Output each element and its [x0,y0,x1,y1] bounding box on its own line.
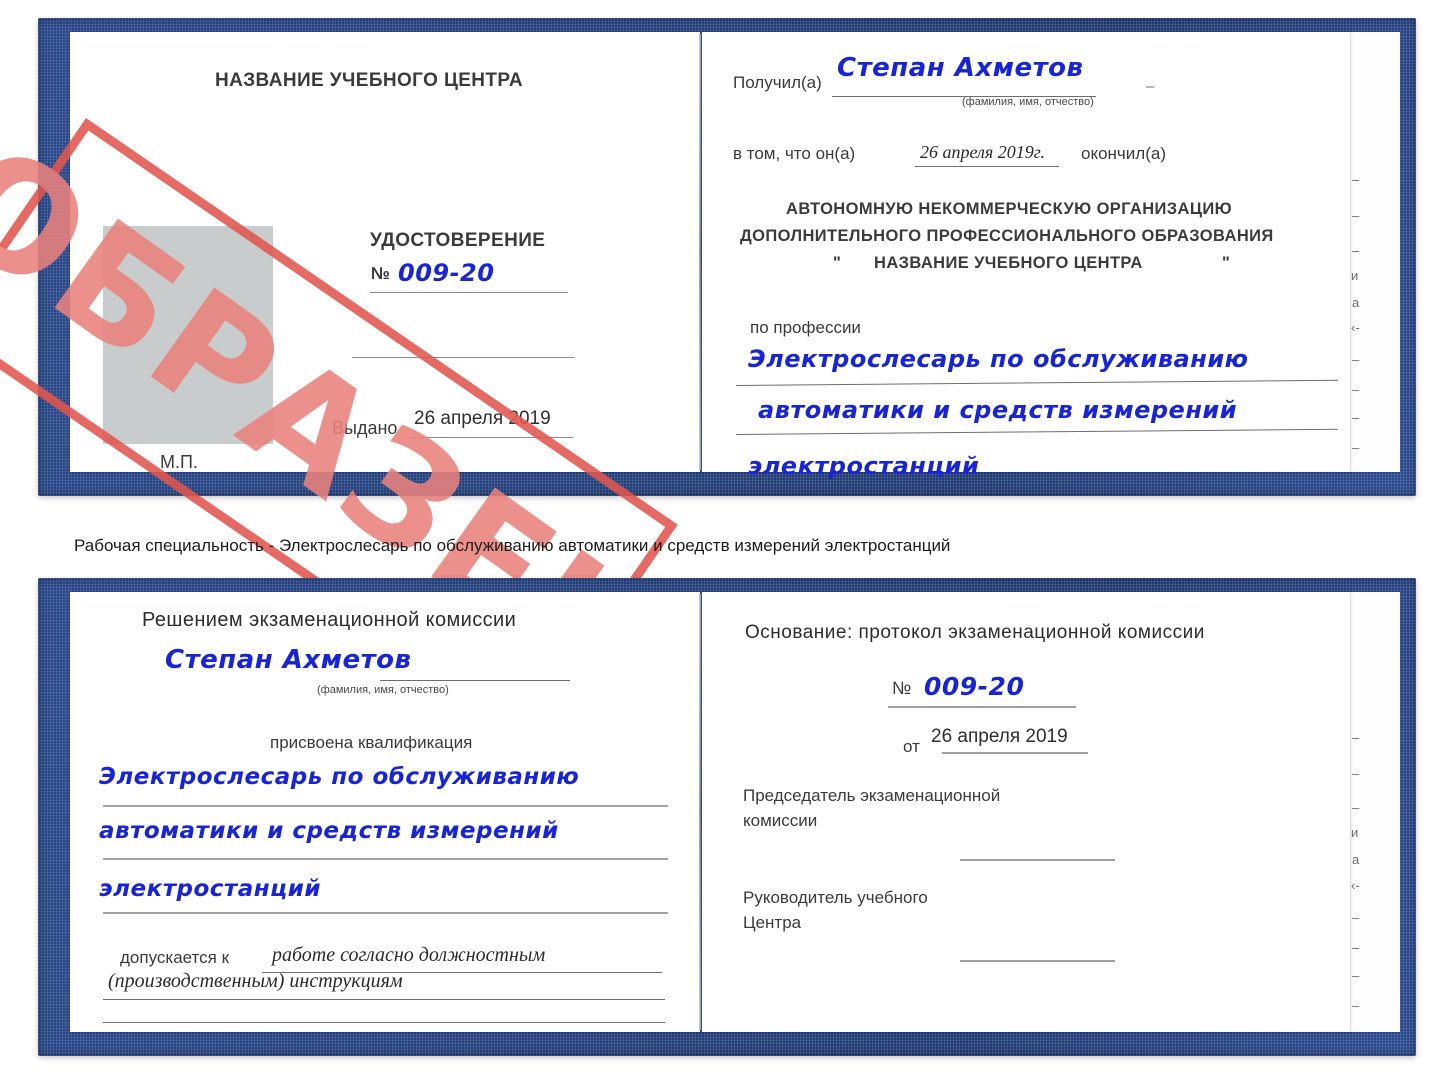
edge-fragment: – [1352,800,1360,815]
qualification-line-3: электростанций [99,876,321,902]
chairman-label-line-2: комиссии [743,811,818,830]
seal-place-label: М.П. [160,452,198,472]
caption-text: Рабочая специальность - Электрослесарь п… [74,536,951,555]
edge-fragment: – [1352,766,1360,781]
edge-fragment: – [1352,968,1360,983]
issued-label: Выдано [332,418,398,438]
edge-fragment: – [1352,243,1360,258]
admitted-rule-2 [103,999,665,1000]
edge-fragment: – [1352,910,1360,925]
edge-fragment: – [1352,172,1360,187]
basis-label: Основание: протокол экзаменационной коми… [745,622,1205,643]
profession-label: по профессии [750,318,861,337]
protocol-date-value: 26 апреля 2019 [931,726,1068,747]
profession-line-3: электростанций [748,452,980,480]
issued-rule [409,437,573,438]
finished-date-value: 26 апреля 2019г. [920,142,1046,162]
edge-fragment: – [1352,410,1360,425]
received-tail-dash: – [1146,78,1155,95]
that-he-label: в том, что он(а) [733,144,856,163]
admitted-label: допускается к [120,948,230,967]
doc-type-label: УДОСТОВЕРЕНИЕ [370,230,546,251]
bottom-name-rule [380,680,570,681]
doc-number-prefix: № [371,264,391,283]
chairman-label-line-1: Председатель экзаменационной [743,786,1001,805]
head-label-line-1: Руководитель учебного [743,888,928,907]
protocol-date-rule [942,752,1088,754]
org-quote-open: " [833,254,842,272]
org-line-2: ДОПОЛНИТЕЛЬНОГО ПРОФЕССИОНАЛЬНОГО ОБРАЗО… [740,227,1274,245]
edge-fragment: ‹- [1351,878,1360,893]
finished-label: окончил(а) [1081,144,1166,163]
edge-fragment: и [1351,268,1359,283]
protocol-number-rule [888,706,1076,708]
admitted-rule-3 [103,1022,665,1023]
edge-fragment: – [1352,440,1360,455]
bottom-spine [699,594,701,1030]
received-label: Получил(а) [733,73,822,92]
org-line-3: НАЗВАНИЕ УЧЕБНОГО ЦЕНТРА [874,254,1143,272]
edge-fragment: – [1352,940,1360,955]
doc-number-value: 009-20 [398,259,495,287]
commission-decision-heading: Решением экзаменационной комиссии [142,609,517,631]
edge-fragment: а [1352,852,1360,867]
qualification-rule-3 [103,912,668,914]
top-spine [699,34,701,470]
qualification-rule-2 [103,858,668,860]
finished-date-rule [915,166,1059,167]
center-title-top: НАЗВАНИЕ УЧЕБНОГО ЦЕНТРА [215,70,523,91]
edge-fragment: – [1352,382,1360,397]
doc-number-rule [370,292,568,293]
edge-fragment: – [1352,730,1360,745]
edge-fragment: ‹- [1351,320,1360,335]
head-signature-rule [960,960,1115,962]
admitted-value-line-1: работе согласно должностным [272,944,546,966]
org-quote-close: " [1222,254,1231,272]
qualification-label: присвоена квалификация [270,733,473,752]
head-label-line-2: Центра [743,913,802,932]
edge-fragment: – [1352,208,1360,223]
profession-line-2: автоматики и средств измерений [758,396,1238,424]
protocol-number-prefix: № [892,678,912,698]
issued-value: 26 апреля 2019 [414,408,551,429]
protocol-date-prefix: от [903,737,920,756]
qualification-rule-1 [103,805,668,807]
edge-fragment: и [1351,825,1359,840]
received-value: Степан Ахметов [837,53,1084,83]
chairman-signature-rule [960,859,1115,861]
photo-placeholder [103,226,273,444]
qualification-line-2: автоматики и средств измерений [99,818,559,844]
qualification-line-1: Электрослесарь по обслуживанию [99,764,580,790]
protocol-number-value: 009-20 [924,672,1025,701]
org-line-1: АВТОНОМНУЮ НЕКОММЕРЧЕСКУЮ ОРГАНИЗАЦИЮ [786,200,1232,218]
profession-line-1: Электрослесарь по обслуживанию [748,345,1249,373]
admitted-value-line-2: (производственным) инструкциям [108,970,403,992]
edge-fragment: – [1352,998,1360,1013]
edge-fragment: а [1352,295,1360,310]
edge-fragment: – [1352,352,1360,367]
doc-blank-rule-1 [352,357,574,358]
bottom-name-value: Степан Ахметов [165,645,412,675]
fio-hint-top: (фамилия, имя, отчество) [962,96,1094,108]
fio-hint-bottom: (фамилия, имя, отчество) [317,684,449,696]
